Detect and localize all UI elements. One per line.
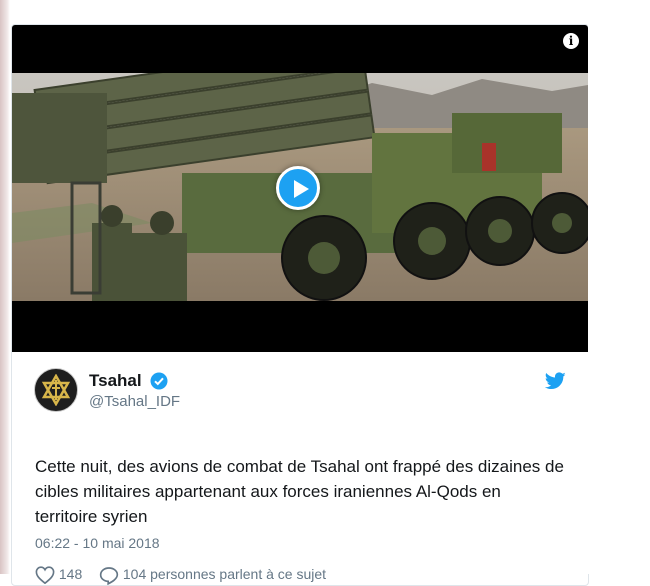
heart-icon — [35, 566, 55, 585]
like-button[interactable]: 148 — [35, 564, 83, 585]
author-name[interactable]: Tsahal — [89, 371, 142, 391]
tweet-actions: 148 104 personnes parlent à ce sujet — [35, 564, 575, 585]
twitter-bird-icon[interactable] — [545, 372, 566, 390]
verified-badge-icon — [150, 372, 168, 390]
avatar[interactable] — [34, 368, 78, 412]
author-handle[interactable]: @Tsahal_IDF — [89, 393, 180, 410]
tweet-timestamp[interactable]: 06:22 - 10 mai 2018 — [35, 535, 160, 551]
idf-emblem-icon — [41, 374, 71, 406]
like-count: 148 — [58, 566, 83, 582]
reply-button[interactable]: 104 personnes parlent à ce sujet — [99, 564, 326, 585]
page-right-gutter — [588, 24, 650, 574]
tweet-text: Cette nuit, des avions de combat de Tsah… — [35, 457, 564, 526]
video-player[interactable]: i — [12, 25, 588, 352]
reply-bubble-icon — [99, 566, 119, 585]
play-button[interactable] — [276, 166, 320, 210]
embedded-tweet-card[interactable]: i Tsahal @Tsahal_IDF Cette nuit, des avi… — [11, 24, 589, 586]
play-icon — [294, 180, 309, 198]
page-left-edge — [0, 0, 10, 574]
reply-count-text: 104 personnes parlent à ce sujet — [122, 566, 327, 582]
info-icon[interactable]: i — [563, 33, 579, 49]
